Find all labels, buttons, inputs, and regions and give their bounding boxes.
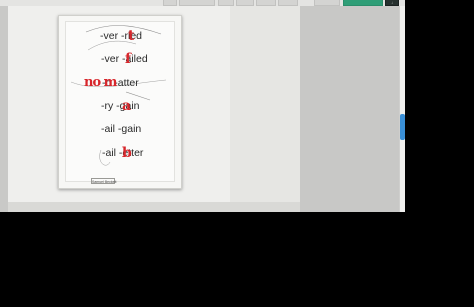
red-correction: b xyxy=(122,145,132,161)
poster-footer-label: Samuel Beckett xyxy=(91,178,117,184)
toolbar-button-4[interactable] xyxy=(236,0,254,6)
side-panel xyxy=(300,0,399,212)
poster: -ver -ried t -ver -ailed f -o -atter no … xyxy=(65,21,175,184)
poster-line-text: -ry -gain xyxy=(101,100,140,112)
download-button[interactable]: ↓ xyxy=(385,0,399,6)
poster-line-1: -ver -ried t xyxy=(70,26,174,46)
top-toolbar: ↓ xyxy=(0,0,405,6)
toolbar-button-6[interactable] xyxy=(278,0,298,6)
red-correction: a xyxy=(122,98,132,114)
poster-line-text: -ver -ried xyxy=(100,30,143,42)
poster-line-text: -ail -gain xyxy=(101,123,142,135)
red-correction: f xyxy=(125,51,132,67)
red-correction: t xyxy=(128,28,135,44)
red-correction: no m xyxy=(84,75,117,90)
toolbar-button-2[interactable] xyxy=(179,0,215,6)
download-icon: ↓ xyxy=(391,0,393,5)
poster-line-5: -ail -gain xyxy=(70,119,174,139)
content-gutter xyxy=(230,6,300,202)
app-window: ↓ -ver -ried t -ver -ailed f -o -atter n… xyxy=(0,0,405,212)
vertical-scrollbar[interactable] xyxy=(399,0,405,212)
poster-frame: -ver -ried t -ver -ailed f -o -atter no … xyxy=(58,15,182,189)
toolbar-button-5[interactable] xyxy=(256,0,276,6)
poster-line-6: -ail -etter b xyxy=(70,143,174,163)
poster-line-2: -ver -ailed f xyxy=(70,49,174,69)
toolbar-button-7[interactable] xyxy=(314,0,340,6)
left-edge xyxy=(0,6,8,212)
bottom-bar xyxy=(8,202,300,212)
share-button[interactable] xyxy=(343,0,383,6)
poster-line-3: -o -atter no m xyxy=(70,73,174,93)
toolbar-button-3[interactable] xyxy=(218,0,234,6)
toolbar-button-1[interactable] xyxy=(163,0,177,6)
poster-line-4: -ry -gain a xyxy=(70,96,174,116)
scrollbar-thumb[interactable] xyxy=(400,114,405,140)
